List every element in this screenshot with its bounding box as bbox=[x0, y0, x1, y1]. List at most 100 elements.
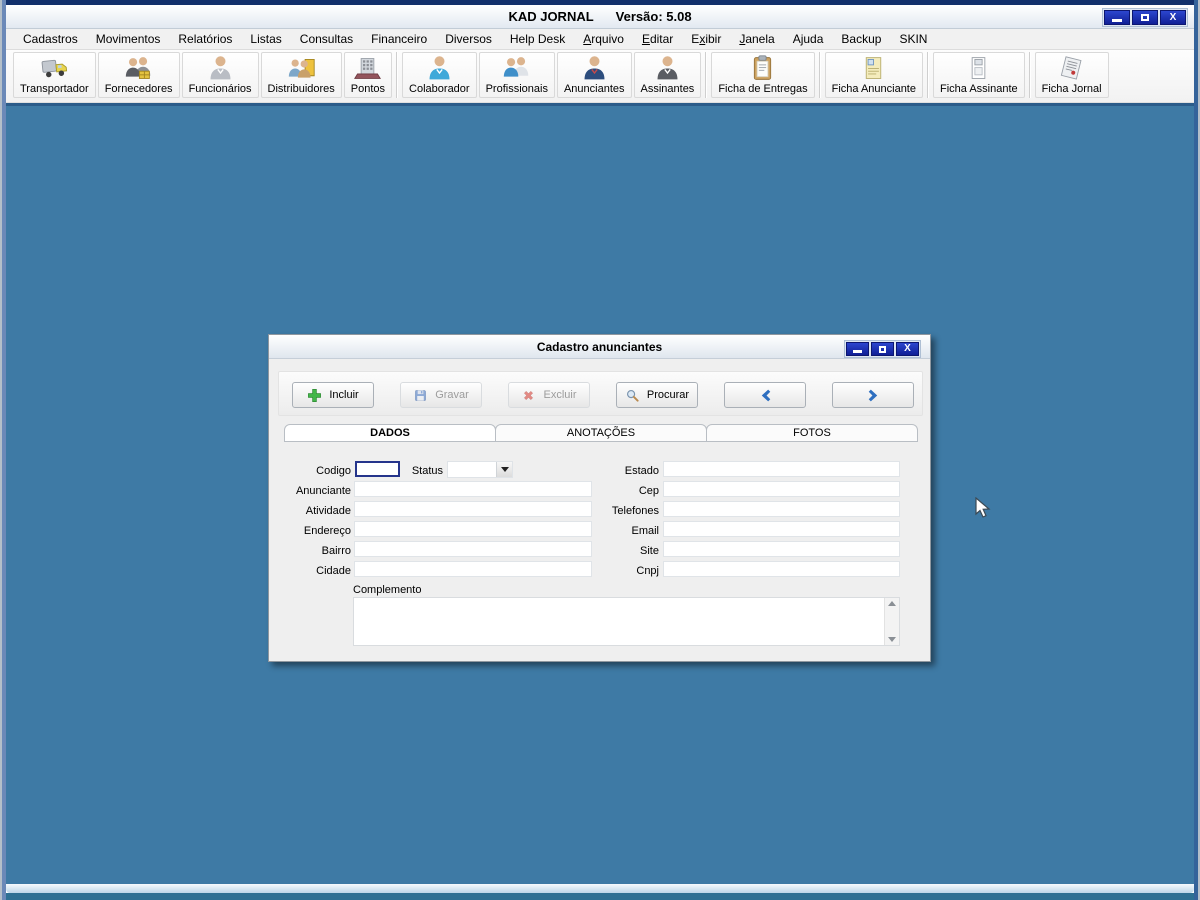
toolbar-button-distribuidores[interactable]: Distribuidores bbox=[260, 52, 342, 98]
plus-icon bbox=[308, 388, 322, 402]
toolbar-button-fornecedores[interactable]: Fornecedores bbox=[97, 52, 180, 98]
complemento-label: Complemento bbox=[353, 584, 422, 596]
status-label: Status bbox=[411, 465, 443, 477]
procurar-button[interactable]: Procurar bbox=[616, 382, 698, 408]
toolbar-button-assinantes[interactable]: Assinantes bbox=[633, 52, 702, 98]
menu-item-backup[interactable]: Backup bbox=[832, 30, 890, 48]
menu-item-diversos[interactable]: Diversos bbox=[436, 30, 501, 48]
estado-label: Estado bbox=[624, 465, 659, 477]
endereco-label: Endereço bbox=[303, 525, 351, 537]
toolbar-button-ficha-jornal[interactable]: Ficha Jornal bbox=[1034, 52, 1109, 98]
bairro-input[interactable] bbox=[354, 541, 592, 557]
telefones-input[interactable] bbox=[663, 501, 900, 517]
atividade-input[interactable] bbox=[354, 501, 592, 517]
gravar-button[interactable]: Gravar bbox=[400, 382, 482, 408]
telefones-label: Telefones bbox=[611, 505, 659, 517]
document-gray-icon bbox=[972, 57, 986, 79]
next-record-button[interactable] bbox=[832, 382, 914, 408]
dialog-minimize-button[interactable] bbox=[846, 342, 869, 356]
status-combobox[interactable] bbox=[447, 461, 513, 478]
toolbar-button-ficha-assinante[interactable]: Ficha Assinante bbox=[932, 52, 1025, 98]
toolbar-separator bbox=[705, 52, 708, 98]
close-icon: X bbox=[1169, 11, 1177, 23]
toolbar-separator bbox=[1028, 52, 1031, 98]
email-input[interactable] bbox=[663, 521, 900, 537]
close-icon: X bbox=[904, 343, 911, 354]
arrow-left-icon bbox=[761, 389, 770, 401]
scroll-down-icon[interactable] bbox=[888, 637, 896, 642]
anunciante-input[interactable] bbox=[354, 481, 592, 497]
menu-item-movimentos[interactable]: Movimentos bbox=[87, 30, 170, 48]
toolbar-button-anunciantes[interactable]: Anunciantes bbox=[556, 52, 632, 98]
menu-item-cadastros[interactable]: Cadastros bbox=[14, 30, 87, 48]
search-magnifier-icon bbox=[626, 389, 639, 402]
toolbar-button-ficha-anunciante[interactable]: Ficha Anunciante bbox=[824, 52, 923, 98]
toolbar-button-transportador[interactable]: Transportador bbox=[13, 52, 96, 98]
toolbar-button-pontos[interactable]: Pontos bbox=[343, 52, 393, 98]
dialog-close-button[interactable]: X bbox=[896, 342, 919, 356]
toolbar-button-profissionais[interactable]: Profissionais bbox=[478, 52, 555, 98]
toolbar-button-funcionarios[interactable]: Funcionários bbox=[181, 52, 259, 98]
tab-anotacoes[interactable]: ANOTAÇÕES bbox=[495, 424, 707, 442]
menu-item-financeiro[interactable]: Financeiro bbox=[362, 30, 436, 48]
menu-item-help-desk[interactable]: Help Desk bbox=[501, 30, 574, 48]
menu-item-relatorios[interactable]: Relatórios bbox=[169, 30, 241, 48]
window-bottom-edge bbox=[6, 893, 1194, 900]
complemento-textarea[interactable] bbox=[354, 598, 884, 645]
previous-record-button[interactable] bbox=[724, 382, 806, 408]
excluir-button[interactable]: Excluir bbox=[508, 382, 590, 408]
toolbar-button-ficha-de-entregas[interactable]: Ficha de Entregas bbox=[711, 52, 815, 98]
codigo-label: Codigo bbox=[316, 465, 351, 477]
cep-input[interactable] bbox=[663, 481, 900, 497]
chevron-down-icon bbox=[500, 467, 509, 472]
toolbar-separator bbox=[818, 52, 821, 98]
estado-input[interactable] bbox=[663, 461, 900, 477]
menu-item-listas[interactable]: Listas bbox=[241, 30, 290, 48]
tab-fotos[interactable]: FOTOS bbox=[706, 424, 918, 442]
menu-item-janela[interactable]: Janela bbox=[730, 30, 783, 48]
menu-item-consultas[interactable]: Consultas bbox=[291, 30, 362, 48]
dialog-maximize-button[interactable] bbox=[871, 342, 894, 356]
truck-icon bbox=[41, 59, 67, 78]
dialog-title-bar[interactable]: Cadastro anunciantes X bbox=[269, 335, 930, 359]
cnpj-label: Cnpj bbox=[636, 565, 659, 577]
suppliers-people-icon bbox=[125, 57, 151, 79]
endereco-input[interactable] bbox=[354, 521, 592, 537]
memo-scrollbar[interactable] bbox=[884, 598, 899, 645]
cidade-input[interactable] bbox=[354, 561, 592, 577]
dialog-toolbar: Incluir Gravar Excluir Procurar bbox=[278, 371, 923, 416]
subscriber-person-icon bbox=[657, 56, 678, 80]
distributors-people-icon bbox=[288, 58, 315, 78]
clipboard-icon bbox=[754, 55, 772, 80]
toolbar-button-colaborador[interactable]: Colaborador bbox=[402, 52, 477, 98]
incluir-button[interactable]: Incluir bbox=[292, 382, 374, 408]
advertiser-person-icon bbox=[584, 56, 605, 80]
codigo-input[interactable] bbox=[355, 461, 400, 477]
status-dropdown-button[interactable] bbox=[496, 462, 512, 477]
maximize-button[interactable] bbox=[1132, 10, 1158, 25]
collaborator-person-icon bbox=[429, 56, 450, 80]
bairro-label: Bairro bbox=[321, 545, 351, 557]
application-window: KAD JORNAL Versão: 5.08 X Cadastros Movi… bbox=[0, 0, 1200, 900]
menu-item-ajuda[interactable]: Ajuda bbox=[784, 30, 833, 48]
dialog-window-controls: X bbox=[844, 340, 921, 358]
minimize-icon bbox=[1112, 19, 1122, 22]
cnpj-input[interactable] bbox=[663, 561, 900, 577]
close-button[interactable]: X bbox=[1160, 10, 1186, 25]
minimize-button[interactable] bbox=[1104, 10, 1130, 25]
mouse-cursor bbox=[975, 497, 991, 518]
site-input[interactable] bbox=[663, 541, 900, 557]
building-icon bbox=[354, 58, 382, 79]
menu-item-exibir[interactable]: Exibir bbox=[682, 30, 730, 48]
scroll-up-icon[interactable] bbox=[888, 601, 896, 606]
professionals-people-icon bbox=[504, 57, 529, 77]
menu-item-editar[interactable]: Editar bbox=[633, 30, 682, 48]
maximize-icon bbox=[1141, 14, 1149, 21]
status-input[interactable] bbox=[448, 462, 496, 477]
window-bottom-strip bbox=[6, 884, 1194, 893]
menu-item-skin[interactable]: SKIN bbox=[890, 30, 936, 48]
tab-dados[interactable]: DADOS bbox=[284, 424, 496, 442]
cadastro-anunciantes-dialog: Cadastro anunciantes X Incluir Gravar Ex… bbox=[268, 334, 931, 662]
newspaper-icon bbox=[1060, 56, 1082, 80]
menu-item-arquivo[interactable]: Arquivo bbox=[574, 30, 633, 48]
